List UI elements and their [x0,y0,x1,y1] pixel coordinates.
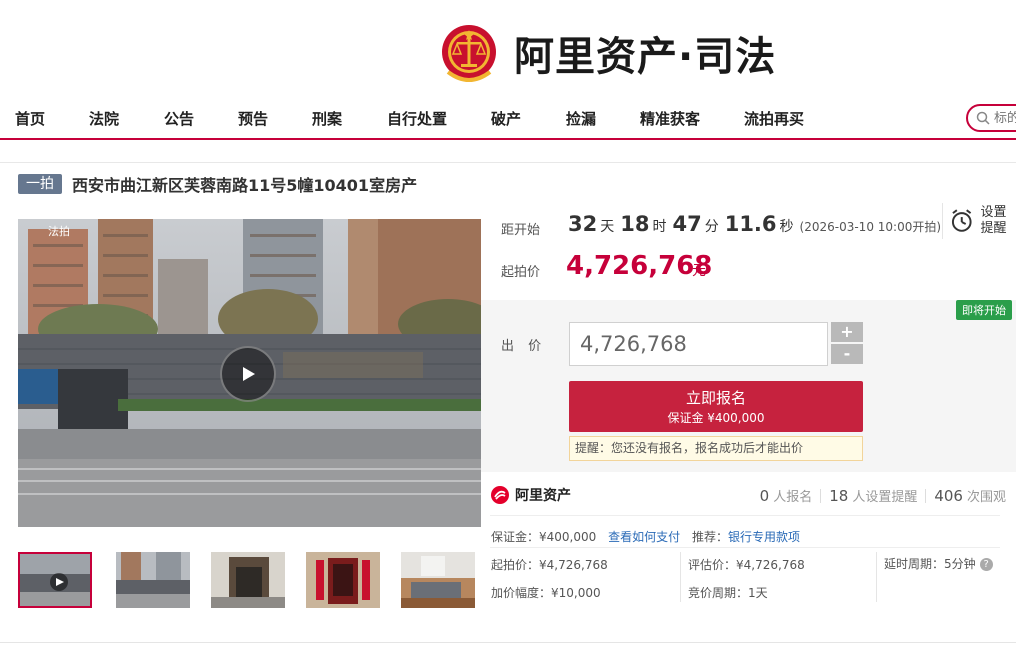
ali-assets-logo: 阿里资产 [490,485,571,505]
countdown-seconds: 11.6 [724,212,777,236]
increment-info: 加价幅度：¥10,000 [491,584,601,601]
divider [0,642,1016,643]
countdown-timer: 32 天 18 时 47 分 11.6 秒 (2026-03-10 10:00开拍) [568,212,941,236]
nav-item-bargain[interactable]: 捡漏 [566,108,596,129]
item-title-row: 一拍 西安市曲江新区芙蓉南路11号5幢10401室房产 [18,173,417,195]
countdown-days-unit: 天 [600,219,615,235]
nav-item-home[interactable]: 首页 [15,108,45,129]
bank-payment-link[interactable]: 银行专用款项 [728,530,800,544]
start-price-label: 起拍价 [501,265,541,280]
help-icon[interactable]: ? [979,558,993,571]
auction-round-badge: 一拍 [18,174,62,194]
play-icon [243,367,255,381]
appraisal-value: ¥4,726,768 [736,558,805,572]
register-button-label: 立即报名 [685,389,746,407]
bidding-cycle-value: 1天 [748,586,768,600]
ali-assets-brand: 阿里资产 [515,488,571,504]
deposit-value: ¥400,000 [539,530,597,544]
thumbnail-image[interactable] [211,552,285,608]
divider [680,552,681,602]
reminder-label-line1: 设置 [980,205,1007,220]
view-count-label: 次围观 [966,490,1006,505]
appraisal-label: 评估价： [688,558,737,572]
thumbnail-image[interactable] [306,552,380,608]
nav-item-bankruptcy[interactable]: 破产 [491,108,521,129]
nav-item-relist[interactable]: 流拍再买 [744,108,804,129]
nav-item-lead-gen[interactable]: 精准获客 [640,108,700,129]
deposit-info: 保证金：¥400,000 查看如何支付 推荐：银行专用款项 [491,528,800,545]
countdown-minutes: 47 [672,212,702,236]
nav-item-criminal[interactable]: 刑案 [312,108,342,129]
thumbnail-image[interactable] [401,552,475,608]
thumbnail-image[interactable] [116,552,190,608]
status-badge: 即将开始 [956,300,1012,320]
countdown-days: 32 [568,212,598,236]
alarm-clock-icon [951,209,972,232]
divider [0,162,1016,163]
play-button[interactable] [220,346,276,402]
delay-cycle-value: 5分钟 [944,557,976,571]
view-count: 406 [934,487,963,505]
how-to-pay-link[interactable]: 查看如何支付 [608,530,680,544]
auction-stats: 0 人报名 18 人设置提醒 406 次围观 [760,486,1006,505]
brand-name: 阿里资产·司法 [514,34,777,80]
search-input[interactable] [994,110,1016,126]
set-reminder-button[interactable]: 设置 提醒 [942,203,1008,239]
decrease-bid-button[interactable]: - [831,344,863,364]
countdown-hours-unit: 时 [652,219,667,235]
appraisal-info: 评估价：¥4,726,768 [688,556,805,573]
site-logo[interactable]: 阿里资产·司法 [440,18,776,88]
increase-bid-button[interactable]: + [831,322,863,342]
nav-item-court[interactable]: 法院 [89,108,119,129]
countdown-minutes-unit: 分 [704,219,719,235]
photo-watermark: 法拍 [48,224,70,238]
increment-label: 加价幅度： [491,586,552,600]
bidding-cycle-info: 竞价周期：1天 [688,584,768,601]
nav-item-preview[interactable]: 预告 [238,108,268,129]
recommend-label: 推荐： [691,530,728,544]
divider [490,547,1000,548]
reminder-count: 18 [829,487,849,505]
register-deposit-label: 保证金 ¥400,000 [667,411,765,425]
main-video[interactable]: 法拍 [18,219,481,527]
countdown-seconds-unit: 秒 [779,219,794,235]
divider [490,515,1000,516]
registration-notice: 提醒：您还没有报名，报名成功后才能出价 [569,436,863,461]
reminder-count-label: 人设置提醒 [852,490,918,505]
reminder-label-line2: 提醒 [980,221,1007,236]
delay-cycle-label: 延时周期： [884,557,945,571]
thumbnail-video[interactable] [18,552,92,608]
item-title: 西安市曲江新区芙蓉南路11号5幢10401室房产 [72,176,418,195]
register-now-button[interactable]: 立即报名 保证金 ¥400,000 [569,381,863,432]
search-icon [976,111,990,125]
start-price-info-value: ¥4,726,768 [539,558,608,572]
nav-item-self-disposal[interactable]: 自行处置 [387,108,447,129]
search-box[interactable] [966,104,1016,132]
bid-stepper: + - [831,322,863,364]
signup-count: 0 [759,487,770,505]
delay-cycle-info: 延时周期：5分钟? [884,555,993,572]
start-price-unit: 元 [692,263,706,279]
court-emblem-icon [442,25,496,82]
main-nav: 首页 法院 公告 预告 刑案 自行处置 破产 捡漏 精准获客 流拍再买 [0,100,1016,140]
bid-panel: 即将开始 出 价 + - 立即报名 保证金 ¥400,000 提醒：您还没有报名… [481,300,1016,472]
deposit-label: 保证金： [491,530,540,544]
bidding-cycle-label: 竞价周期： [688,586,749,600]
auction-start-time: (2026-03-10 10:00开拍) [799,220,942,234]
divider [876,552,877,602]
start-price-info-label: 起拍价： [491,558,540,572]
start-price-value: 4,726,768 [566,251,713,281]
countdown-label: 距开始 [501,223,541,238]
start-price-info: 起拍价：¥4,726,768 [491,556,608,573]
bid-amount-input[interactable] [569,322,828,366]
bid-label: 出 价 [501,339,547,354]
nav-item-notice[interactable]: 公告 [164,108,194,129]
countdown-hours: 18 [620,212,650,236]
ali-assets-icon [491,486,509,504]
signup-count-label: 人报名 [773,490,813,505]
increment-value: ¥10,000 [551,586,601,600]
